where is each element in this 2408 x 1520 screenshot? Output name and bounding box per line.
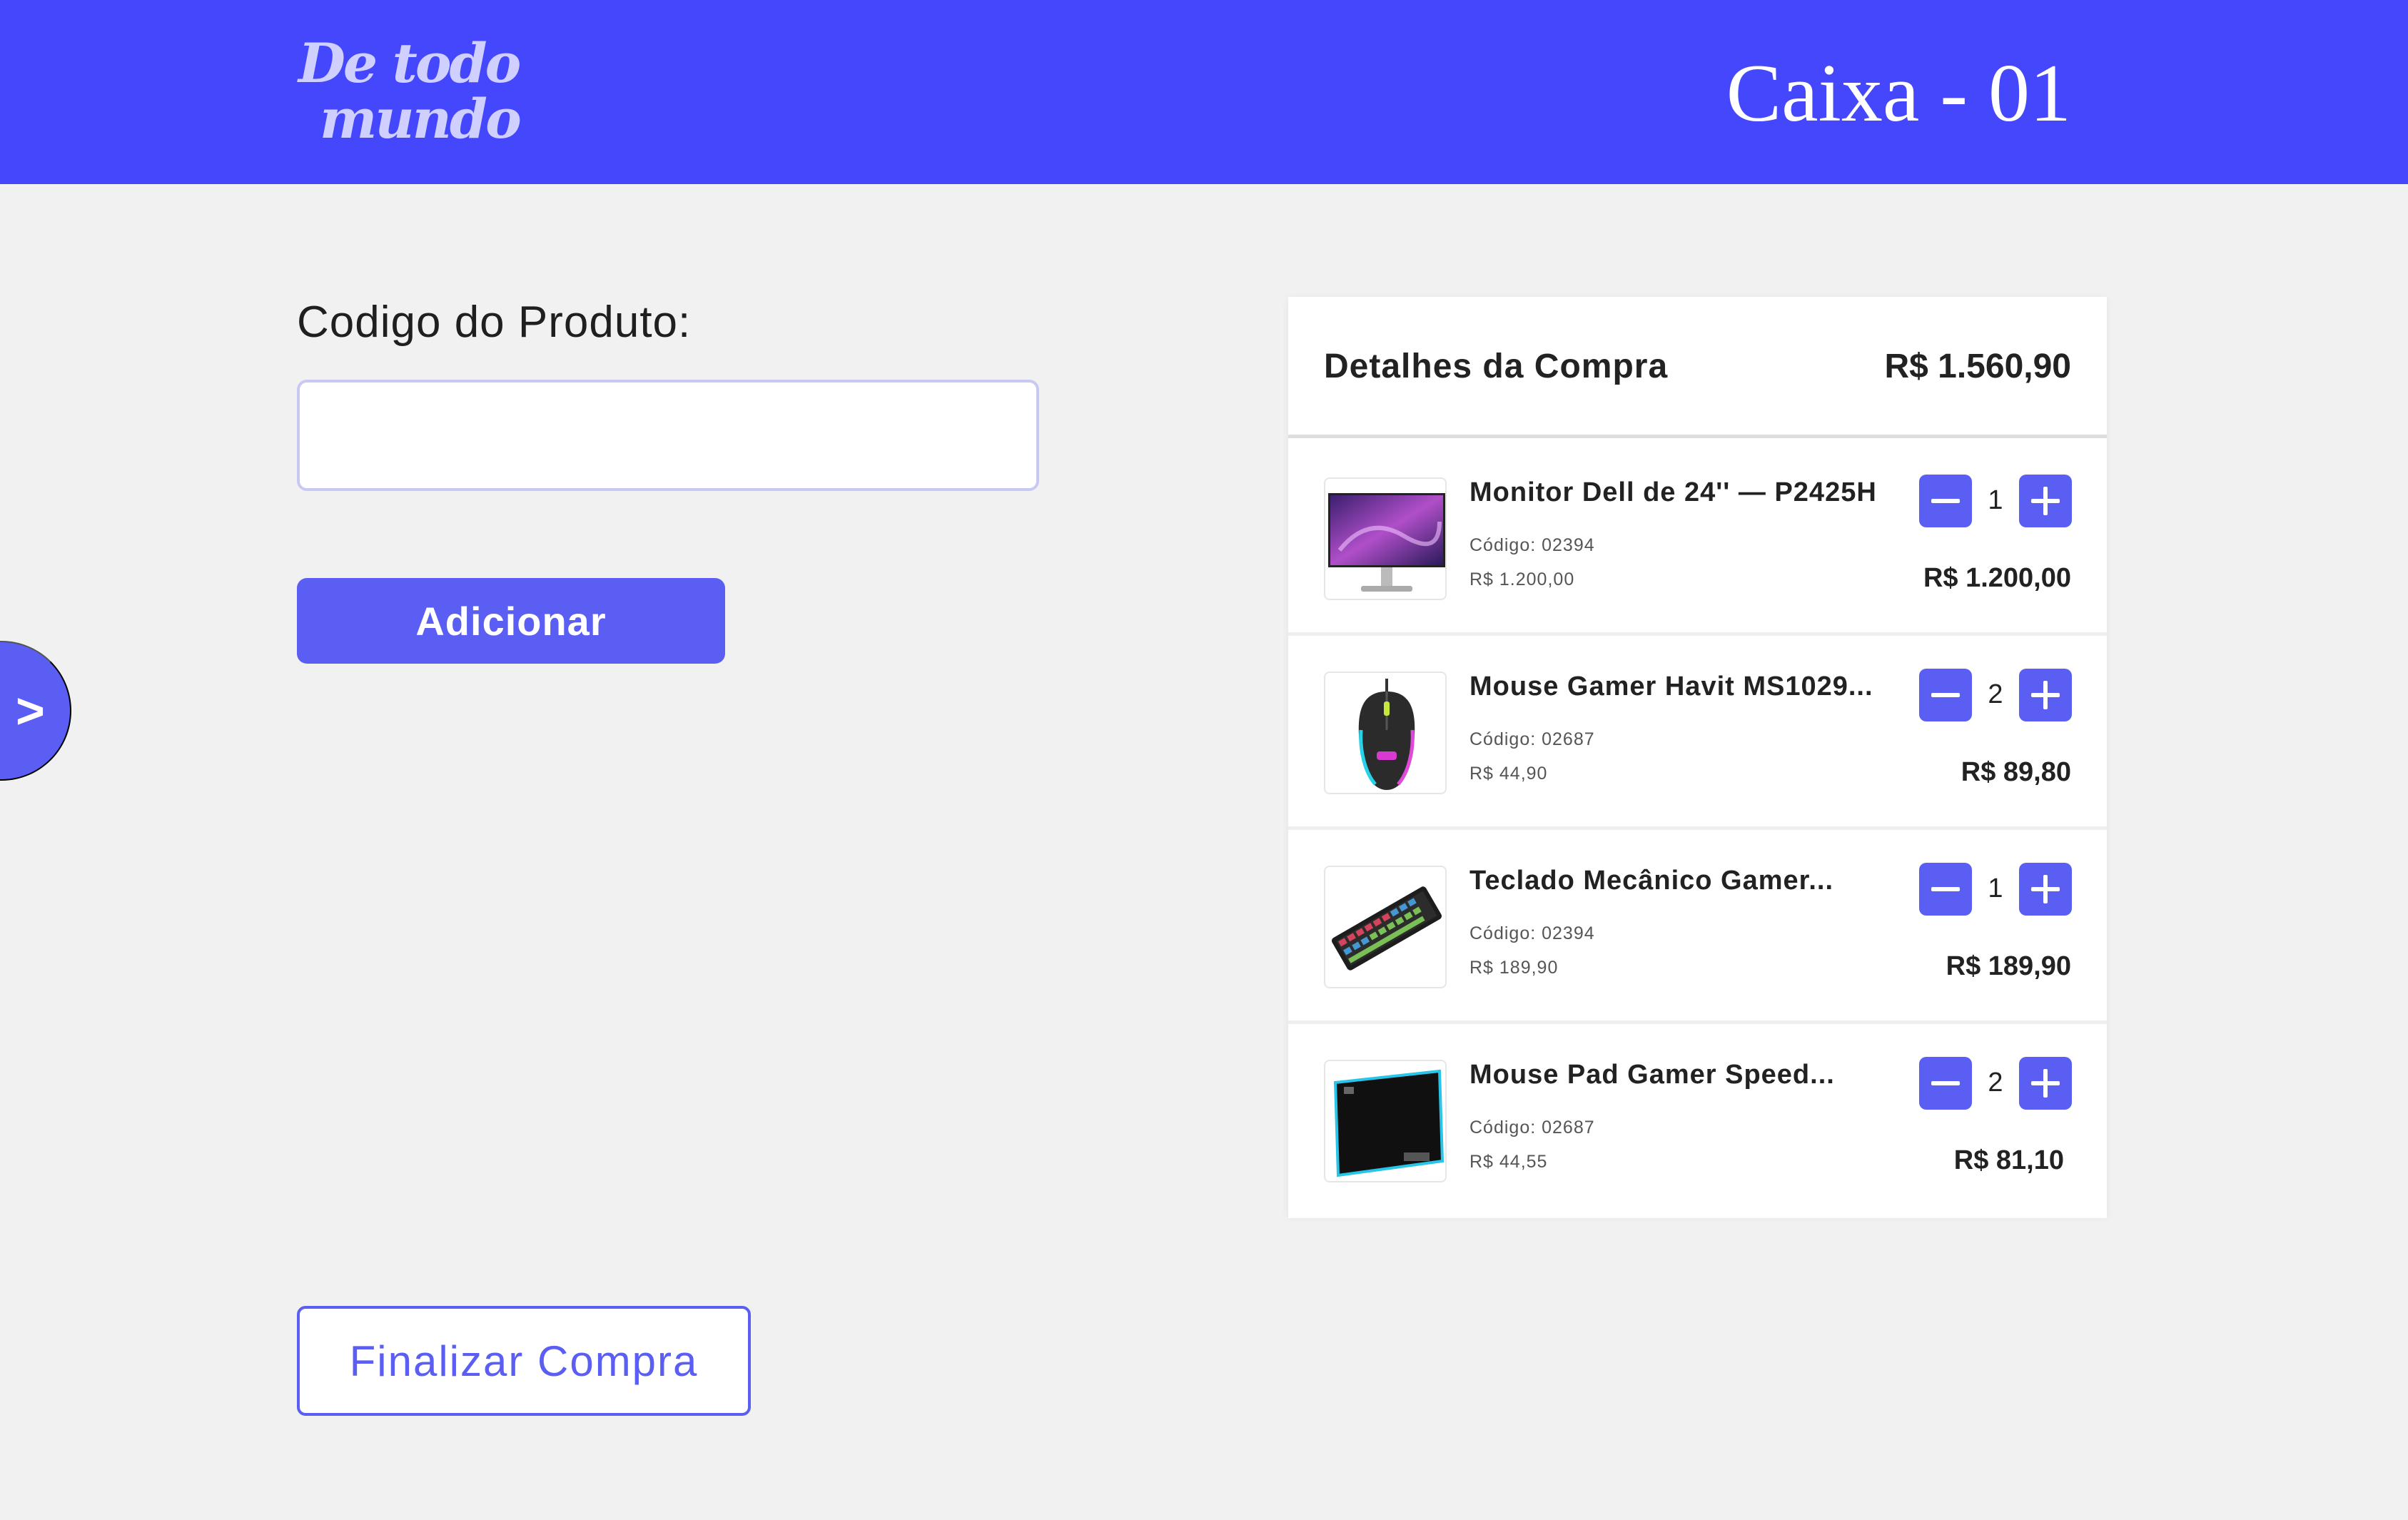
item-line-total: R$ 81,10 [1953, 1145, 2064, 1175]
sidebar-toggle-button[interactable]: > [0, 641, 71, 781]
finish-purchase-button[interactable]: Finalizar Compra [297, 1306, 751, 1416]
product-code-label: Codigo do Produto: [297, 298, 692, 347]
top-header: De todo mundo Caixa - 01 [0, 0, 2408, 184]
chevron-right-icon: > [16, 683, 45, 739]
minus-icon [1931, 887, 1960, 891]
purchase-details-header: Detalhes da Compra R$ 1.560,90 [1288, 297, 2107, 438]
increase-quantity-button[interactable] [2019, 1057, 2072, 1110]
item-quantity: 2 [1988, 679, 2003, 709]
item-line-total: R$ 189,90 [1946, 951, 2071, 981]
keyboard-image [1324, 866, 1447, 988]
item-quantity: 2 [1988, 1068, 2003, 1098]
mouse-image [1324, 672, 1447, 794]
item-unit-price: R$ 1.200,00 [1469, 569, 1575, 589]
item-unit-price: R$ 189,90 [1469, 958, 1559, 978]
cart-item: Teclado Mecânico Gamer... Código: 02394 … [1288, 830, 2107, 1024]
item-quantity: 1 [1988, 873, 2003, 903]
item-line-total: R$ 1.200,00 [1923, 563, 2071, 593]
decrease-quantity-button[interactable] [1919, 863, 1972, 916]
product-code-input[interactable] [297, 380, 1039, 491]
item-code: Código: 02687 [1469, 1118, 1595, 1138]
add-button[interactable]: Adicionar [297, 578, 725, 664]
decrease-quantity-button[interactable] [1919, 669, 1972, 721]
register-title: Caixa - 01 [1726, 48, 2071, 139]
item-line-total: R$ 89,80 [1961, 757, 2071, 787]
item-name: Mouse Pad Gamer Speed... [1469, 1060, 1835, 1090]
cart-item: Mouse Pad Gamer Speed... Código: 02687 R… [1288, 1024, 2107, 1218]
item-name: Teclado Mecânico Gamer... [1469, 866, 1834, 896]
item-unit-price: R$ 44,55 [1469, 1152, 1548, 1172]
monitor-image [1324, 477, 1447, 600]
item-unit-price: R$ 44,90 [1469, 764, 1548, 784]
minus-icon [1931, 1081, 1960, 1085]
item-name: Mouse Gamer Havit MS1029... [1469, 672, 1873, 701]
item-name: Monitor Dell de 24'' — P2425H [1469, 477, 1877, 507]
purchase-total: R$ 1.560,90 [1884, 348, 2071, 385]
item-code: Código: 02687 [1469, 729, 1595, 749]
purchase-details-title: Detalhes da Compra [1324, 348, 1669, 385]
decrease-quantity-button[interactable] [1919, 1057, 1972, 1110]
minus-icon [1931, 693, 1960, 697]
cart-item: Mouse Gamer Havit MS1029... Código: 0268… [1288, 636, 2107, 830]
increase-quantity-button[interactable] [2019, 475, 2072, 527]
item-code: Código: 02394 [1469, 535, 1595, 555]
item-quantity: 1 [1988, 485, 2003, 515]
purchase-details-panel: Detalhes da Compra R$ 1.560,90 Monitor D… [1288, 297, 2107, 1218]
mousepad-image [1324, 1060, 1447, 1182]
logo-line-1: De todo [298, 31, 521, 95]
brand-logo[interactable]: De todo mundo [298, 36, 522, 151]
decrease-quantity-button[interactable] [1919, 475, 1972, 527]
logo-line-2: mundo [320, 87, 522, 151]
increase-quantity-button[interactable] [2019, 669, 2072, 721]
increase-quantity-button[interactable] [2019, 863, 2072, 916]
item-code: Código: 02394 [1469, 923, 1595, 943]
minus-icon [1931, 499, 1960, 503]
cart-item: Monitor Dell de 24'' — P2425H Código: 02… [1288, 442, 2107, 636]
